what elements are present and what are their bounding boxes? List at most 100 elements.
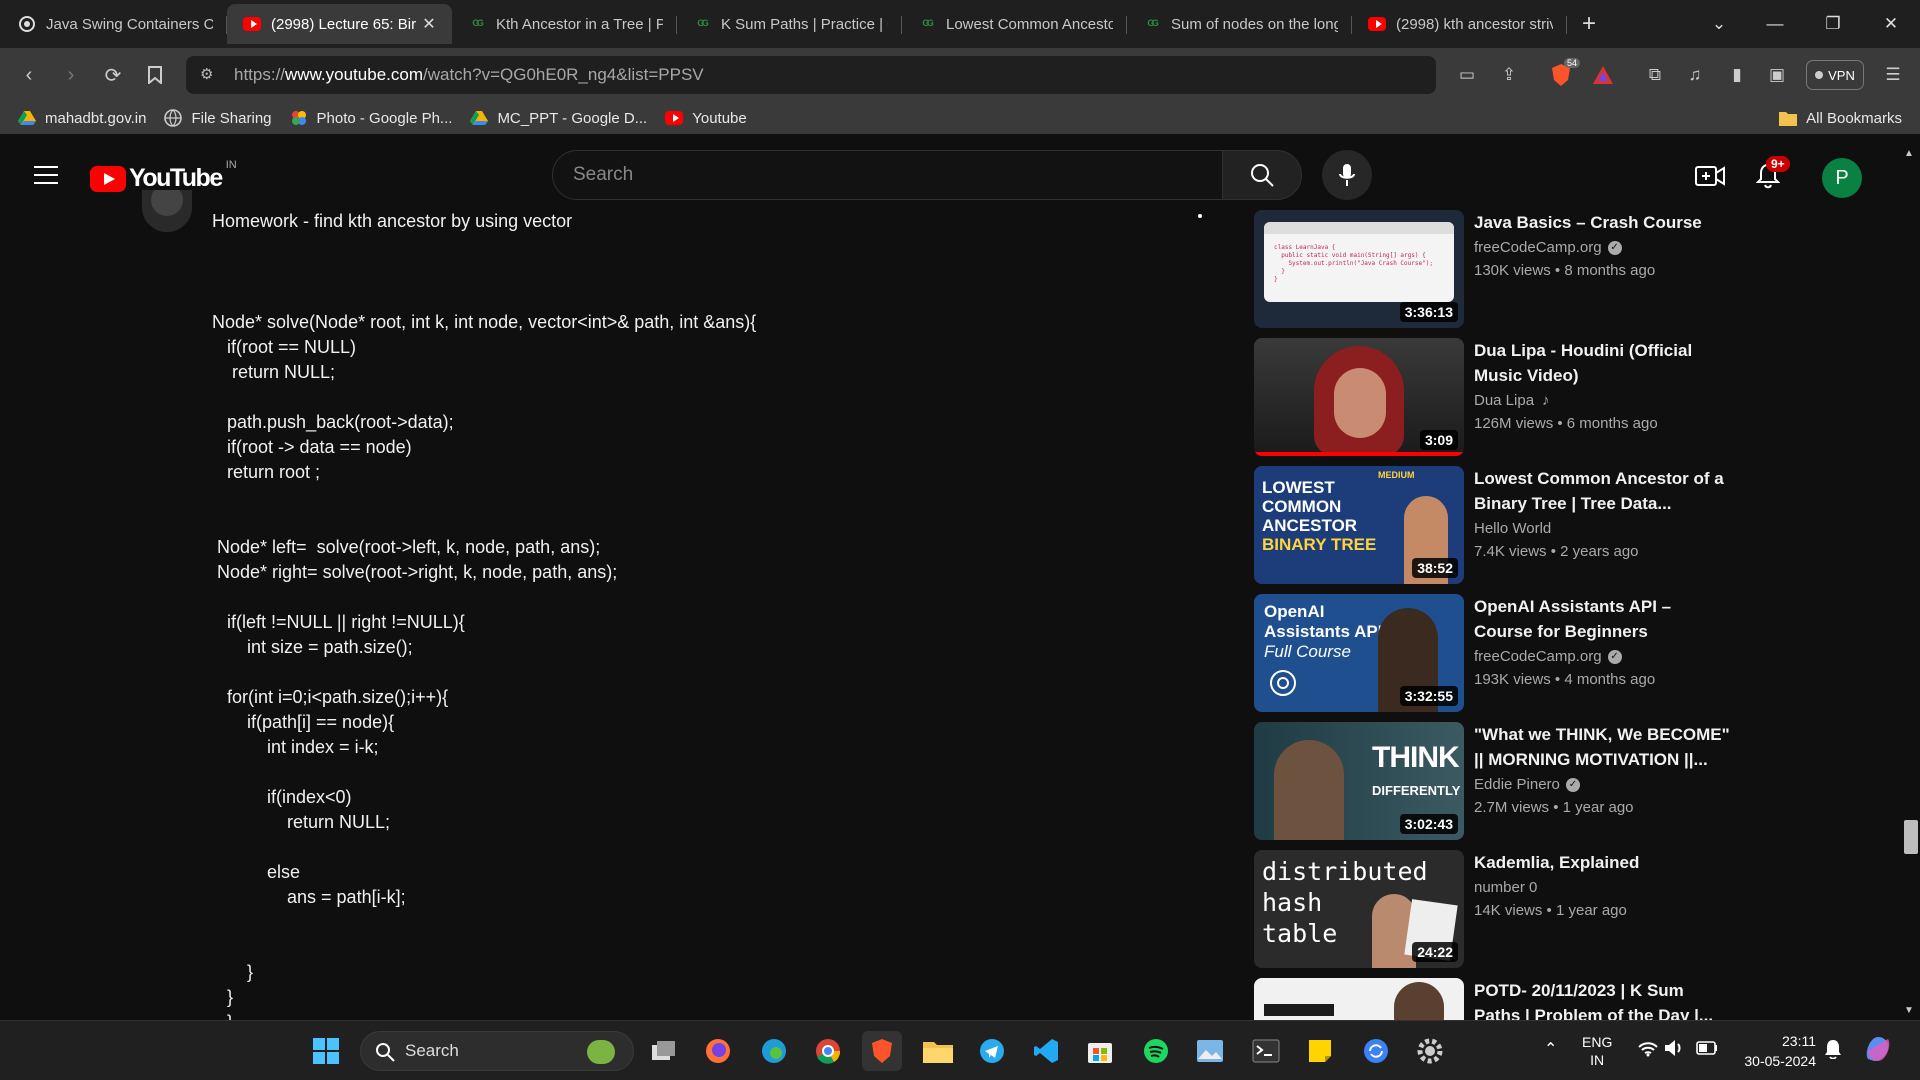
guide-menu-icon[interactable]: [34, 166, 58, 186]
video-title[interactable]: Java Basics – Crash Course: [1474, 210, 1734, 235]
voice-search-button[interactable]: [1322, 150, 1372, 200]
channel-name[interactable]: Hello World: [1474, 520, 1734, 537]
video-title[interactable]: Lowest Common Ancestor of a Binary Tree …: [1474, 466, 1734, 516]
media-icon[interactable]: ♫: [1680, 60, 1710, 90]
volume-icon[interactable]: [1664, 1039, 1684, 1060]
code-line: Node* left= solve(root->left, k, node, p…: [212, 537, 601, 557]
video-duration: 38:52: [1412, 558, 1458, 578]
clock[interactable]: 23:11 30-05-2024: [1736, 1031, 1816, 1071]
edge-icon[interactable]: [754, 1031, 794, 1071]
video-title[interactable]: Dua Lipa - Houdini (Official Music Video…: [1474, 338, 1734, 388]
bookmark-mc-ppt[interactable]: MC_PPT - Google D...: [470, 109, 647, 127]
vpn-button[interactable]: VPN: [1806, 60, 1864, 90]
photos-app-icon[interactable]: [1190, 1031, 1230, 1071]
restore-icon[interactable]: ❐: [1810, 8, 1856, 40]
channel-name[interactable]: Dua Lipa ♪: [1474, 392, 1734, 409]
settings-icon[interactable]: [1410, 1031, 1450, 1071]
tab-kth-ancestor[interactable]: ᴳᴳ Kth Ancestor in a Tree | Pr: [452, 4, 677, 44]
notification-center-icon[interactable]: [1824, 1039, 1842, 1062]
channel-name[interactable]: freeCodeCamp.org ✓: [1474, 648, 1734, 665]
bookmark-youtube[interactable]: Youtube: [665, 109, 747, 127]
copilot-icon[interactable]: [1862, 1033, 1894, 1068]
microsoft-store-icon[interactable]: [1080, 1031, 1120, 1071]
create-video-icon[interactable]: [1694, 160, 1726, 192]
menu-icon[interactable]: ☰: [1878, 60, 1908, 90]
brave-icon[interactable]: [862, 1031, 902, 1071]
site-settings-icon[interactable]: ⚙: [200, 65, 213, 83]
tab-sum-of-nodes[interactable]: ᴳᴳ Sum of nodes on the long: [1127, 4, 1352, 44]
back-icon[interactable]: ‹: [14, 60, 44, 90]
commenter-avatar[interactable]: [142, 190, 192, 232]
video-thumbnail[interactable]: THINK DIFFERENTLY 3:02:43: [1254, 722, 1464, 840]
account-avatar[interactable]: P: [1822, 158, 1862, 198]
youtube-logo[interactable]: YouTube IN: [90, 159, 237, 193]
youtube-icon: [665, 109, 684, 127]
telegram-icon[interactable]: [972, 1031, 1012, 1071]
new-tab-button[interactable]: +: [1569, 4, 1609, 44]
sync-app-icon[interactable]: [1356, 1031, 1396, 1071]
video-title[interactable]: Kademlia, Explained: [1474, 850, 1734, 875]
show-hidden-icons-icon[interactable]: ⌃: [1544, 1039, 1557, 1059]
video-title[interactable]: "What we THINK, We BECOME" || MORNING MO…: [1474, 722, 1734, 772]
sticky-notes-icon[interactable]: [1300, 1031, 1340, 1071]
tab-java-swing[interactable]: Java Swing Containers Ov: [2, 4, 227, 44]
sidebar-icon[interactable]: ▮: [1722, 60, 1752, 90]
video-thumbnail[interactable]: 3:09: [1254, 338, 1464, 456]
all-bookmarks[interactable]: All Bookmarks: [1779, 109, 1902, 127]
language-indicator[interactable]: ENG IN: [1582, 1033, 1612, 1069]
video-thumbnail[interactable]: distributed hash table 24:22: [1254, 850, 1464, 968]
firefox-icon[interactable]: [698, 1031, 738, 1071]
battery-icon[interactable]: [1696, 1041, 1718, 1058]
spotify-icon[interactable]: [1136, 1031, 1176, 1071]
address-bar[interactable]: ⚙ https://www.youtube.com/watch?v=QG0hE0…: [186, 56, 1436, 94]
tab-kth-ancestor-striver[interactable]: (2998) kth ancestor striver: [1352, 4, 1567, 44]
forward-icon[interactable]: ›: [56, 60, 86, 90]
search-input[interactable]: Search: [552, 150, 1224, 200]
comment-menu-dot[interactable]: [1198, 214, 1202, 218]
wifi-icon[interactable]: [1638, 1041, 1658, 1060]
bookmark-file-sharing[interactable]: File Sharing: [164, 109, 272, 127]
tab-k-sum-paths[interactable]: ᴳᴳ K Sum Paths | Practice | G: [677, 4, 902, 44]
chrome-icon[interactable]: [808, 1031, 848, 1071]
video-thumbnail[interactable]: LOWEST COMMON ANCESTOR BINARY TREE MEDIUM 3…: [1254, 466, 1464, 584]
video-thumbnail[interactable]: class LearnJava { public static void mai…: [1254, 210, 1464, 328]
video-card[interactable]: class LearnJava { public static void mai…: [1254, 210, 1734, 328]
minimize-icon[interactable]: —: [1752, 8, 1798, 40]
video-thumbnail[interactable]: OpenAI Assistants API Full Course 3:32:55: [1254, 594, 1464, 712]
video-card[interactable]: distributed hash table 24:22 Kademlia, Exp…: [1254, 850, 1734, 968]
search-button[interactable]: [1222, 150, 1302, 200]
video-card[interactable]: 3:09 Dua Lipa - Houdini (Official Music …: [1254, 338, 1734, 456]
tab-lca[interactable]: ᴳᴳ Lowest Common Ancesto: [902, 4, 1127, 44]
channel-name[interactable]: freeCodeCamp.org ✓: [1474, 239, 1734, 256]
channel-name[interactable]: number 0: [1474, 879, 1734, 896]
vscode-icon[interactable]: [1026, 1031, 1066, 1071]
cast-icon[interactable]: ▭: [1452, 60, 1482, 90]
video-card[interactable]: OpenAI Assistants API Full Course 3:32:55 …: [1254, 594, 1734, 712]
bookmark-google-photos[interactable]: Photo - Google Ph...: [290, 109, 452, 127]
extensions-icon[interactable]: ⧉: [1640, 60, 1670, 90]
video-card[interactable]: LOWEST COMMON ANCESTOR BINARY TREE MEDIUM 3…: [1254, 466, 1734, 584]
brave-shield-icon[interactable]: 54: [1546, 58, 1581, 90]
close-tab-icon[interactable]: ✕: [420, 14, 438, 34]
tab-search-chevron-icon[interactable]: ⌄: [1696, 8, 1742, 40]
reload-icon[interactable]: ⟳: [98, 60, 128, 90]
close-window-icon[interactable]: ✕: [1868, 8, 1914, 40]
video-card[interactable]: THINK DIFFERENTLY 3:02:43 "What we THINK,…: [1254, 722, 1734, 840]
bookmark-icon[interactable]: [140, 60, 170, 90]
share-icon[interactable]: ⇪: [1494, 60, 1524, 90]
task-view-icon[interactable]: [644, 1031, 684, 1071]
wallet-icon[interactable]: ▣: [1762, 60, 1792, 90]
taskbar-search[interactable]: Search: [360, 1031, 634, 1071]
tab-lecture-65[interactable]: (2998) Lecture 65: Bir ✕: [227, 4, 452, 44]
channel-name[interactable]: Eddie Pinero ✓: [1474, 776, 1734, 793]
drive-icon: [18, 109, 36, 127]
start-icon[interactable]: [306, 1031, 346, 1071]
page-scrollbar[interactable]: ▲ ▼: [1898, 146, 1920, 1018]
file-explorer-icon[interactable]: [918, 1031, 958, 1071]
video-title[interactable]: OpenAI Assistants API – Course for Begin…: [1474, 594, 1734, 644]
brave-rewards-icon[interactable]: [1588, 60, 1618, 90]
terminal-icon[interactable]: [1246, 1031, 1286, 1071]
bookmark-mahadbt[interactable]: mahadbt.gov.in: [18, 109, 146, 127]
scrollbar-thumb[interactable]: [1904, 820, 1918, 854]
